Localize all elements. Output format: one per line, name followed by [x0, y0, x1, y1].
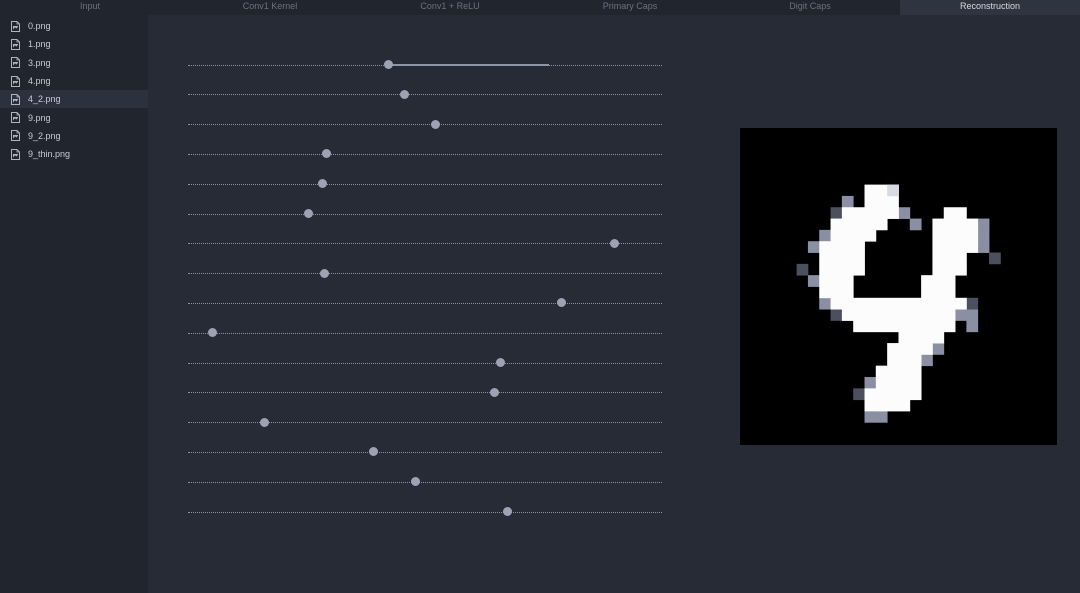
image-file-icon: [11, 112, 20, 124]
image-file-icon: [11, 93, 20, 105]
slider-track[interactable]: [188, 362, 662, 364]
file-item[interactable]: 4_2.png: [0, 90, 148, 109]
file-label: 4_2.png: [28, 94, 61, 105]
slider-thumb[interactable]: [489, 387, 499, 397]
slider-thumb[interactable]: [384, 60, 393, 69]
file-item[interactable]: 9.png: [0, 108, 148, 126]
capsule-dimension-slider[interactable]: [188, 263, 662, 283]
tab-reconstruction[interactable]: Reconstruction: [900, 0, 1080, 15]
slider-thumb[interactable]: [495, 358, 505, 367]
slider-thumb[interactable]: [399, 89, 409, 99]
tab-digit-caps[interactable]: Digit Caps: [720, 0, 900, 15]
file-label: 0.png: [28, 21, 51, 32]
capsule-dimension-slider[interactable]: [188, 114, 662, 134]
capsule-dimension-slider[interactable]: [188, 323, 662, 343]
capsule-dimension-slider[interactable]: [188, 353, 662, 373]
file-label: 4.png: [28, 76, 51, 87]
tab-input[interactable]: Input: [0, 0, 180, 15]
slider-track[interactable]: [188, 451, 662, 453]
file-label: 1.png: [28, 39, 51, 50]
image-file-icon: [11, 148, 20, 160]
slider-track[interactable]: [188, 332, 662, 334]
slider-track[interactable]: [188, 153, 662, 155]
file-label: 9_2.png: [28, 130, 61, 141]
file-label: 9.png: [28, 112, 51, 123]
capsule-dimension-slider[interactable]: [188, 55, 662, 75]
slider-thumb[interactable]: [369, 447, 379, 457]
capsule-dimension-slider[interactable]: [188, 204, 662, 224]
slider-thumb[interactable]: [609, 238, 619, 248]
file-label: 9_thin.png: [28, 149, 71, 160]
file-item[interactable]: 9_thin.png: [0, 145, 148, 163]
file-item[interactable]: 9_2.png: [0, 127, 148, 145]
file-item[interactable]: 3.png: [0, 54, 148, 72]
file-item[interactable]: 4.png: [0, 72, 148, 90]
capsule-dimension-slider[interactable]: [188, 293, 662, 313]
slider-track[interactable]: [188, 183, 662, 185]
slider-thumb[interactable]: [556, 298, 566, 308]
image-file-icon: [11, 38, 20, 50]
slider-thumb[interactable]: [304, 209, 314, 218]
capsule-dimension-slider[interactable]: [188, 412, 662, 432]
capsule-dimension-slider[interactable]: [188, 144, 662, 164]
slider-thumb[interactable]: [317, 179, 327, 189]
capsule-dimension-slider[interactable]: [188, 442, 662, 462]
slider-thumb[interactable]: [259, 417, 269, 427]
capsule-dimension-slider[interactable]: [188, 502, 662, 522]
slider-track[interactable]: [188, 243, 662, 245]
slider-track[interactable]: [188, 511, 662, 513]
app-window: Input Conv1 Kernel Conv1 + ReLU Primary …: [0, 0, 1080, 593]
file-item[interactable]: 0.png: [0, 17, 148, 35]
capsule-dimension-slider[interactable]: [188, 174, 662, 194]
slider-track[interactable]: [188, 302, 662, 304]
slider-thumb[interactable]: [430, 119, 440, 129]
file-list: 0.png 1.png 3.png 4.png 4_2.png 9.png 9_2.png 9…: [0, 15, 148, 163]
file-label: 3.png: [28, 57, 51, 68]
image-file-icon: [11, 130, 20, 142]
image-file-icon: [11, 75, 20, 87]
slider-track[interactable]: [188, 392, 662, 394]
slider-track[interactable]: [188, 481, 662, 483]
capsule-dimension-slider[interactable]: [188, 382, 662, 402]
capsule-dimension-sliders: [188, 0, 662, 593]
capsule-dimension-slider[interactable]: [188, 233, 662, 253]
file-item[interactable]: 1.png: [0, 35, 148, 53]
capsule-dimension-slider[interactable]: [188, 84, 662, 104]
reconstruction-image: [740, 128, 1057, 445]
image-file-icon: [11, 20, 20, 32]
slider-track[interactable]: [188, 273, 662, 275]
reconstructed-digit: [796, 184, 1001, 423]
slider-track[interactable]: [188, 94, 662, 96]
slider-thumb[interactable]: [503, 507, 513, 516]
slider-thumb[interactable]: [322, 149, 332, 159]
file-sidebar: 0.png 1.png 3.png 4.png 4_2.png 9.png 9_2.png 9…: [0, 15, 148, 593]
slider-thumb[interactable]: [207, 328, 217, 338]
slider-thumb[interactable]: [410, 477, 420, 487]
image-file-icon: [11, 57, 20, 69]
slider-track[interactable]: [188, 213, 662, 215]
slider-hover-indicator: [388, 64, 550, 66]
capsule-dimension-slider[interactable]: [188, 472, 662, 492]
slider-thumb[interactable]: [319, 268, 329, 278]
slider-track[interactable]: [188, 124, 662, 126]
